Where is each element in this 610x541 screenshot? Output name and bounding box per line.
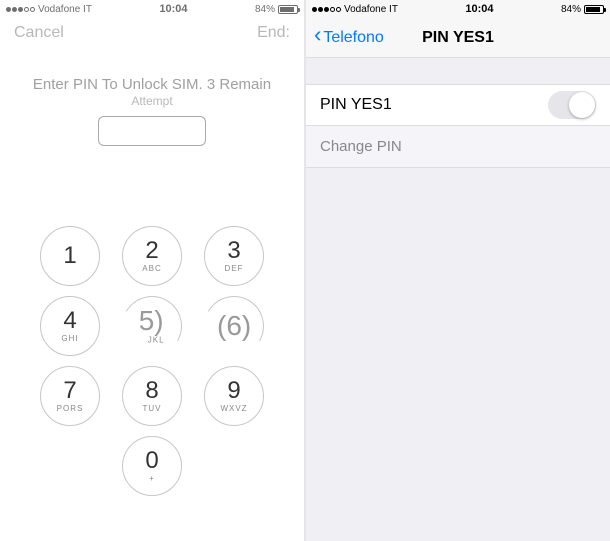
battery-percent: 84%: [561, 4, 581, 15]
status-bar: Vodafone IT 10:04 84%: [306, 0, 610, 18]
pin-prompt-sub: Attempt: [0, 94, 304, 108]
key-9[interactable]: 9Wxvz: [204, 366, 264, 426]
key-0[interactable]: 0+: [122, 436, 182, 496]
phone-pin-unlock: Vodafone IT 10:04 84% Cancel End: Enter …: [0, 0, 306, 541]
change-pin-row[interactable]: Change PIN: [306, 126, 610, 168]
key-6[interactable]: (6): [197, 289, 270, 362]
carrier-label: Vodafone IT: [38, 4, 92, 15]
phone-settings: Vodafone IT 10:04 84% › Telefono PIN YES…: [306, 0, 610, 541]
status-bar: Vodafone IT 10:04 84%: [0, 0, 304, 18]
back-label: Telefono: [323, 29, 384, 47]
pin-input[interactable]: [98, 116, 206, 146]
back-button[interactable]: › Telefono: [314, 29, 384, 47]
clock: 10:04: [465, 3, 493, 15]
cancel-button[interactable]: Cancel: [14, 24, 64, 42]
battery-icon: [584, 5, 604, 14]
carrier-label: Vodafone IT: [344, 4, 398, 15]
key-4[interactable]: 4GHI: [40, 296, 100, 356]
key-8[interactable]: 8TUV: [122, 366, 182, 426]
end-button[interactable]: End:: [257, 24, 290, 42]
chevron-left-icon: ›: [314, 32, 321, 43]
key-5[interactable]: 5)JKL: [115, 289, 188, 362]
pin-toggle-label: PIN YES1: [320, 96, 392, 114]
key-3[interactable]: 3DEF: [204, 226, 264, 286]
key-7[interactable]: 7Pors: [40, 366, 100, 426]
clock: 10:04: [159, 3, 187, 15]
signal-dots-icon: [312, 7, 341, 12]
battery-icon: [278, 5, 298, 14]
signal-dots-icon: [6, 7, 35, 12]
key-2[interactable]: 2ABC: [122, 226, 182, 286]
keypad: 1 2ABC 3DEF 4GHI 5)JKL (6) 7Pors 8TUV 9W…: [0, 226, 304, 496]
pin-toggle-switch[interactable]: [548, 91, 596, 119]
battery-percent: 84%: [255, 4, 275, 15]
pin-toggle-row[interactable]: PIN YES1: [306, 84, 610, 126]
pin-prompt-title: Enter PIN To Unlock SIM. 3 Remain: [0, 76, 304, 93]
change-pin-label: Change PIN: [320, 138, 402, 155]
key-1[interactable]: 1: [40, 226, 100, 286]
nav-bar: › Telefono PIN YES1: [306, 18, 610, 58]
